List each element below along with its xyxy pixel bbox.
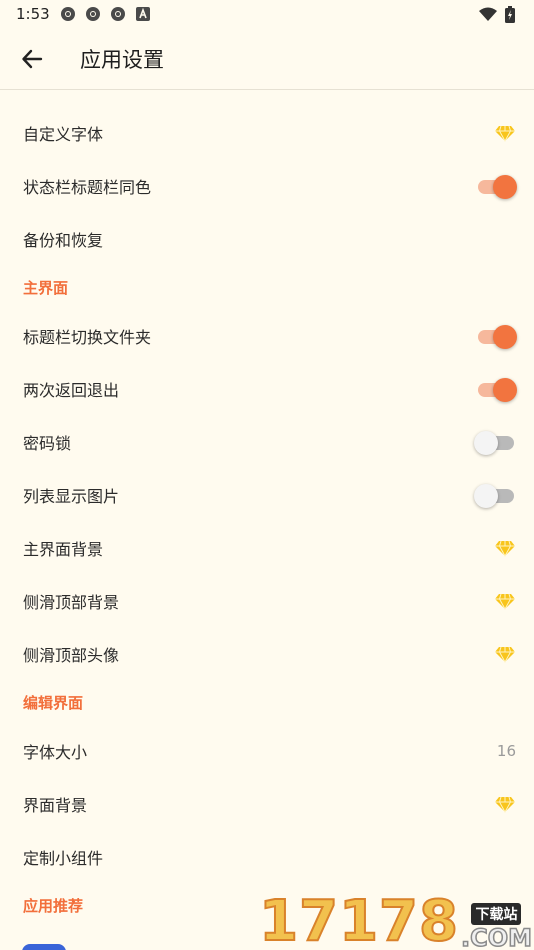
diamond-icon [494,537,516,559]
status-bar: 1:53 [0,0,534,28]
setting-label: 字体大小 [23,742,88,762]
arrow-left-icon [22,49,43,68]
chrome-icon [60,6,76,22]
status-time: 1:53 [16,5,50,23]
setting-password-lock[interactable]: 密码锁 [0,415,534,468]
diamond-icon [494,590,516,612]
section-header-edit: 编辑界面 [23,693,84,712]
battery-icon [502,5,518,23]
setting-label: 侧滑顶部头像 [23,645,120,665]
setting-status-bar-same-color[interactable]: 状态栏标题栏同色 [0,159,534,212]
a-icon [135,6,151,22]
title-bar-switch-folder-toggle[interactable] [476,324,517,349]
setting-custom-widget[interactable]: 定制小组件 [0,830,534,883]
setting-label: 状态栏标题栏同色 [23,177,152,197]
setting-label: 密码锁 [23,433,72,453]
status-bar-same-color-toggle[interactable] [476,174,517,199]
setting-drawer-top-background[interactable]: 侧滑顶部背景 [0,574,534,627]
setting-label: 标题栏切换文件夹 [23,327,152,347]
setting-main-background[interactable]: 主界面背景 [0,521,534,574]
wifi-icon [478,6,498,22]
page-title: 应用设置 [80,47,164,72]
setting-double-back-exit[interactable]: 两次返回退出 [0,362,534,415]
setting-title-bar-switch-folder[interactable]: 标题栏切换文件夹 [0,309,534,362]
setting-label: 界面背景 [23,795,88,815]
setting-backup-restore[interactable]: 备份和恢复 [0,212,534,265]
back-button[interactable] [2,29,62,89]
chrome-icon [85,6,101,22]
setting-label: 主界面背景 [23,539,104,559]
diamond-icon [494,122,516,144]
setting-ui-background[interactable]: 界面背景 [0,777,534,830]
setting-drawer-top-avatar[interactable]: 侧滑顶部头像 [0,627,534,680]
setting-label: 自定义字体 [23,124,104,144]
setting-list-show-images[interactable]: 列表显示图片 [0,468,534,521]
setting-label: 侧滑顶部背景 [23,592,120,612]
watermark-suffix: .COM [460,924,533,950]
chrome-icon [110,6,126,22]
list-show-images-toggle[interactable] [474,483,516,508]
setting-label: 两次返回退出 [23,380,120,400]
setting-font-size[interactable]: 字体大小 16 [0,724,534,777]
setting-label: 列表显示图片 [23,486,120,506]
diamond-icon [494,643,516,665]
watermark-badge: 下载站 [471,903,522,925]
setting-custom-font[interactable]: 自定义字体 [0,106,534,159]
section-header-main: 主界面 [23,278,69,297]
setting-label: 定制小组件 [23,848,104,868]
diamond-icon [494,793,516,815]
font-size-value: 16 [496,741,516,760]
recommended-app-icon[interactable] [22,944,66,950]
password-lock-toggle[interactable] [474,430,516,455]
watermark-digits: 17178 [258,889,459,950]
settings-list: 自定义字体 状态栏标题栏同色 备份和恢复 主界面 标题栏切换文件夹 两次返回退出… [0,106,534,927]
setting-label: 备份和恢复 [23,230,104,250]
double-back-exit-toggle[interactable] [476,377,517,402]
site-watermark: 17178 下载站 .COM [258,889,533,950]
app-bar: 应用设置 [0,28,534,90]
